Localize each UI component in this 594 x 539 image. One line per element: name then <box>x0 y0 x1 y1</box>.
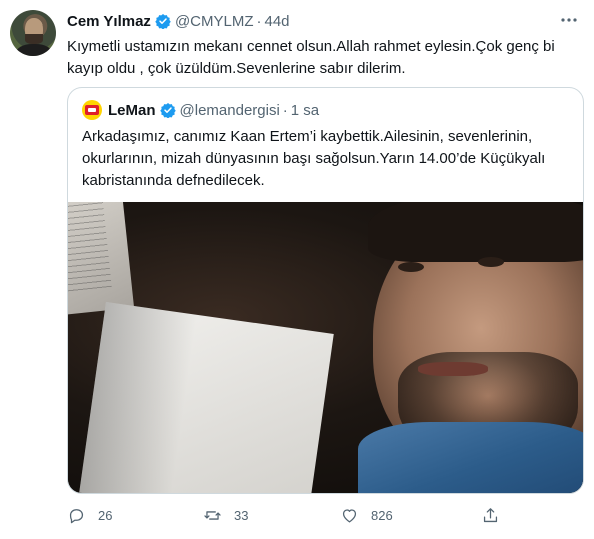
quoted-tweet[interactable]: LeMan @lemandergisi · 1 sa Arkadaşımız, … <box>67 87 584 494</box>
share-button[interactable] <box>481 503 500 527</box>
photo-shirt-collar <box>358 422 583 493</box>
tweet-time[interactable]: 44d <box>265 13 290 30</box>
quote-text: Arkadaşımız, canımız Kaan Ertem’i kaybet… <box>82 128 546 189</box>
author-handle[interactable]: @CMYLMZ <box>175 13 254 30</box>
avatar-shirt <box>16 44 52 56</box>
retweet-icon <box>204 510 221 520</box>
reply-count: 26 <box>98 507 113 523</box>
quote-time[interactable]: 1 sa <box>291 102 319 119</box>
photo-eye-left <box>398 262 424 272</box>
tweet-header: Cem Yılmaz @CMYLMZ · 44d <box>67 12 290 30</box>
quote-author-name[interactable]: LeMan <box>108 102 156 119</box>
photo-hair <box>368 202 583 262</box>
quote-header: LeMan @lemandergisi · 1 sa <box>82 100 319 120</box>
avatar-beard <box>25 34 43 44</box>
reply-button[interactable]: 26 <box>67 503 112 527</box>
leman-logo-icon[interactable] <box>82 100 102 120</box>
author-name[interactable]: Cem Yılmaz <box>67 13 151 30</box>
retweet-button[interactable]: 33 <box>203 503 248 527</box>
tweet-actions: 26 33 826 <box>67 503 537 527</box>
tweet-text: Kıymetli ustamızın mekanı cennet olsun.A… <box>67 38 555 77</box>
retweet-count: 33 <box>234 507 249 523</box>
author-avatar[interactable] <box>10 10 56 56</box>
like-count: 826 <box>371 507 393 523</box>
header-separator: · <box>256 12 262 30</box>
photo-paper-sheet <box>68 202 135 316</box>
verified-badge-icon <box>159 103 176 118</box>
photo-paper-sheet-large <box>75 302 334 493</box>
quote-photo[interactable] <box>68 202 583 493</box>
reply-icon <box>69 508 84 523</box>
more-icon[interactable] <box>558 11 580 29</box>
verified-badge-icon <box>155 14 171 29</box>
share-icon <box>483 507 498 522</box>
quote-header-separator: · <box>282 101 288 119</box>
quote-author-handle[interactable]: @lemandergisi <box>180 102 280 119</box>
like-icon <box>342 508 357 522</box>
photo-mouth <box>418 362 488 376</box>
like-button[interactable]: 826 <box>340 503 393 527</box>
photo-eye-right <box>478 257 504 267</box>
